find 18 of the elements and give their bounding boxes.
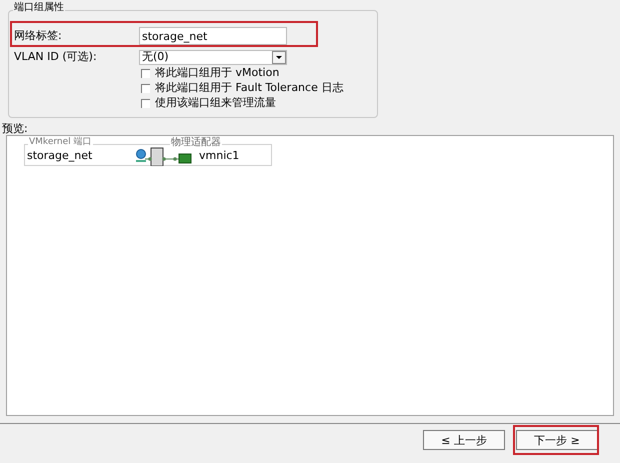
network-label-field[interactable]: storage_net (139, 27, 287, 45)
checkbox-label: 使用该端口组来管理流量 (155, 95, 276, 112)
checkbox-label: 将此端口组用于 Fault Tolerance 日志 (155, 80, 344, 96)
checkbox-label: 将此端口组用于 vMotion (155, 65, 280, 82)
back-button[interactable]: ≤ 上一步 (423, 430, 505, 450)
checkbox[interactable] (141, 69, 150, 78)
checkbox[interactable] (141, 84, 150, 93)
next-button[interactable]: 下一步 ≥ (516, 430, 598, 450)
checkbox[interactable] (141, 99, 150, 108)
port-title: VMkernel 端口 (28, 138, 92, 147)
group-title: 端口组属性 (13, 3, 65, 13)
vlan-dropdown[interactable]: 无(0) (139, 50, 287, 65)
preview-title: 预览: (2, 122, 29, 135)
adapter-name: vmnic1 (199, 149, 240, 162)
adapter-title: 物理适配器 (170, 138, 222, 148)
vlan-label: VLAN ID (可选): (14, 50, 98, 64)
network-label: 网络标签: (14, 28, 63, 44)
port-name: storage_net (27, 149, 92, 162)
